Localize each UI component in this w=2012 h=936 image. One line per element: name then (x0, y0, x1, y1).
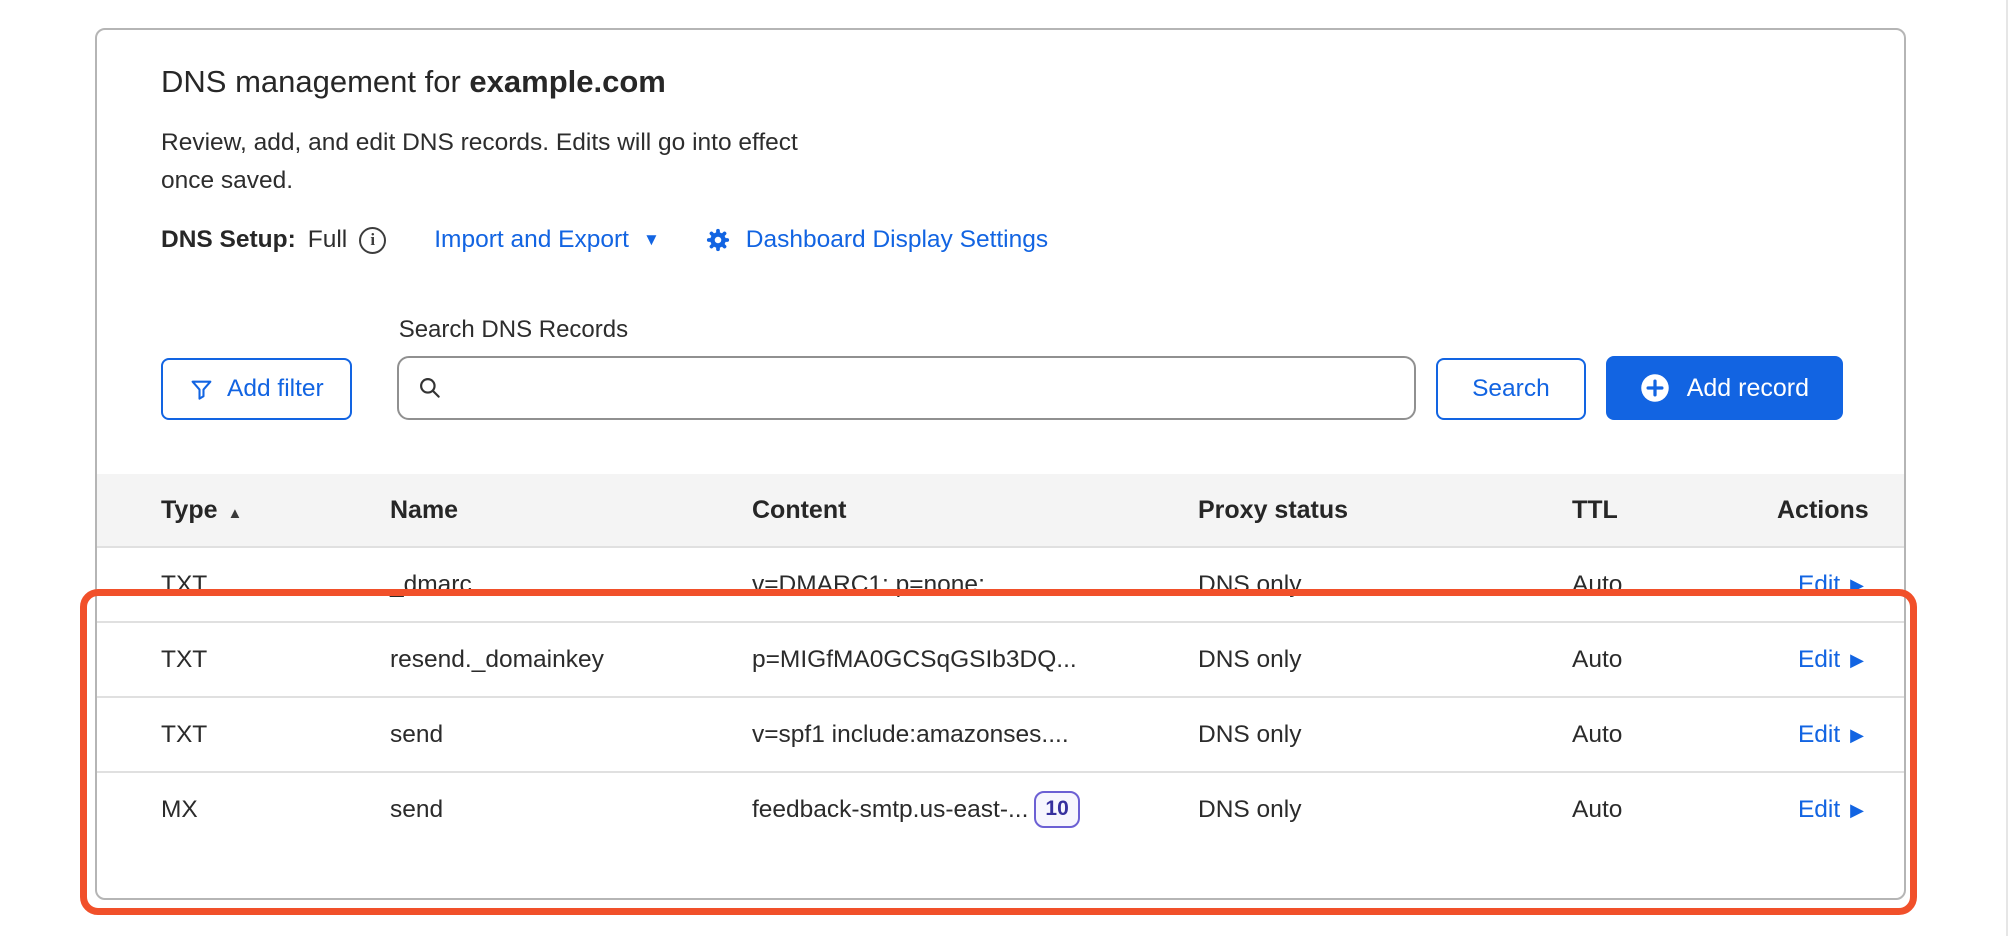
edit-record-link[interactable]: Edit ▶ (1777, 646, 1864, 674)
table-row: TXT send v=spf1 include:amazonses.... DN… (97, 696, 1904, 771)
edit-label: Edit (1798, 721, 1840, 749)
search-button[interactable]: Search (1436, 358, 1586, 420)
cell-name: send (390, 796, 752, 824)
chevron-right-icon: ▶ (1850, 651, 1864, 669)
page-title-prefix: DNS management for (161, 64, 469, 99)
gear-icon (704, 226, 732, 254)
cell-proxy-status: DNS only (1198, 571, 1572, 599)
search-label: Search DNS Records (399, 316, 1416, 344)
cell-content: p=MIGfMA0GCSqGSIb3DQ... (752, 646, 1077, 674)
cell-type: TXT (97, 646, 390, 674)
dns-toolbar: Add filter Search DNS Records Search (161, 316, 1843, 420)
priority-badge: 10 (1034, 791, 1079, 827)
chevron-right-icon: ▶ (1850, 726, 1864, 744)
chevron-right-icon: ▶ (1850, 801, 1864, 819)
page-right-edge (2006, 0, 2008, 936)
add-filter-button[interactable]: Add filter (161, 358, 352, 420)
dns-management-card: DNS management for example.com Review, a… (95, 28, 1906, 900)
cell-content: feedback-smtp.us-east-... (752, 796, 1028, 824)
cell-type: MX (97, 796, 390, 824)
table-row: TXT resend._domainkey p=MIGfMA0GCSqGSIb3… (97, 621, 1904, 696)
cell-type: TXT (97, 721, 390, 749)
page-title: DNS management for example.com (161, 64, 1840, 100)
add-filter-label: Add filter (227, 375, 324, 403)
cell-ttl: Auto (1572, 646, 1777, 674)
column-header-ttl: TTL (1572, 496, 1777, 525)
info-icon[interactable]: i (359, 227, 386, 254)
sort-ascending-icon: ▲ (228, 505, 243, 522)
edit-record-link[interactable]: Edit ▶ (1777, 721, 1864, 749)
table-header-row: Type ▲ Name Content Proxy status TTL Acti… (97, 474, 1904, 546)
edit-record-link[interactable]: Edit ▶ (1777, 796, 1864, 824)
cell-name: _dmarc (390, 571, 752, 599)
column-header-name: Name (390, 496, 752, 525)
edit-label: Edit (1798, 646, 1840, 674)
dashboard-display-settings-link[interactable]: Dashboard Display Settings (746, 226, 1048, 254)
type-header-label: Type (161, 496, 218, 524)
cell-ttl: Auto (1572, 721, 1777, 749)
column-header-type[interactable]: Type ▲ (97, 496, 390, 525)
cell-content: v=spf1 include:amazonses.... (752, 721, 1069, 749)
edit-label: Edit (1798, 796, 1840, 824)
import-export-link[interactable]: Import and Export ▼ (434, 226, 660, 254)
plus-circle-icon (1640, 373, 1670, 403)
filter-icon (189, 377, 214, 402)
edit-label: Edit (1798, 571, 1840, 599)
cell-name: send (390, 721, 752, 749)
column-header-actions: Actions (1777, 496, 1869, 525)
search-box (397, 356, 1416, 420)
cell-ttl: Auto (1572, 796, 1777, 824)
cell-content: v=DMARC1; p=none; (752, 571, 985, 599)
page-title-domain: example.com (469, 64, 665, 99)
cell-type: TXT (97, 571, 390, 599)
add-record-label: Add record (1687, 374, 1809, 403)
dns-setup-row: DNS Setup: Full i Import and Export ▼ Da… (161, 226, 1840, 254)
cell-proxy-status: DNS only (1198, 721, 1572, 749)
search-input[interactable] (455, 373, 1396, 403)
search-group: Search DNS Records (397, 316, 1416, 420)
cell-proxy-status: DNS only (1198, 646, 1572, 674)
chevron-down-icon: ▼ (643, 230, 660, 250)
edit-record-link[interactable]: Edit ▶ (1777, 571, 1864, 599)
chevron-right-icon: ▶ (1850, 576, 1864, 594)
table-row: MX send feedback-smtp.us-east-...10 DNS … (97, 771, 1904, 846)
dns-records-table: Type ▲ Name Content Proxy status TTL Acti… (97, 474, 1904, 846)
import-export-label: Import and Export (434, 226, 629, 254)
column-header-proxy-status: Proxy status (1198, 496, 1572, 525)
page-subtitle: Review, add, and edit DNS records. Edits… (161, 124, 809, 200)
search-icon (417, 375, 443, 401)
dns-setup-value: Full (308, 226, 347, 254)
table-row: TXT _dmarc v=DMARC1; p=none; DNS only Au… (97, 546, 1904, 621)
column-header-content: Content (752, 496, 1198, 525)
dns-setup-label: DNS Setup: (161, 226, 296, 254)
cell-name: resend._domainkey (390, 646, 752, 674)
add-record-button[interactable]: Add record (1606, 356, 1843, 420)
cell-proxy-status: DNS only (1198, 796, 1572, 824)
cell-ttl: Auto (1572, 571, 1777, 599)
